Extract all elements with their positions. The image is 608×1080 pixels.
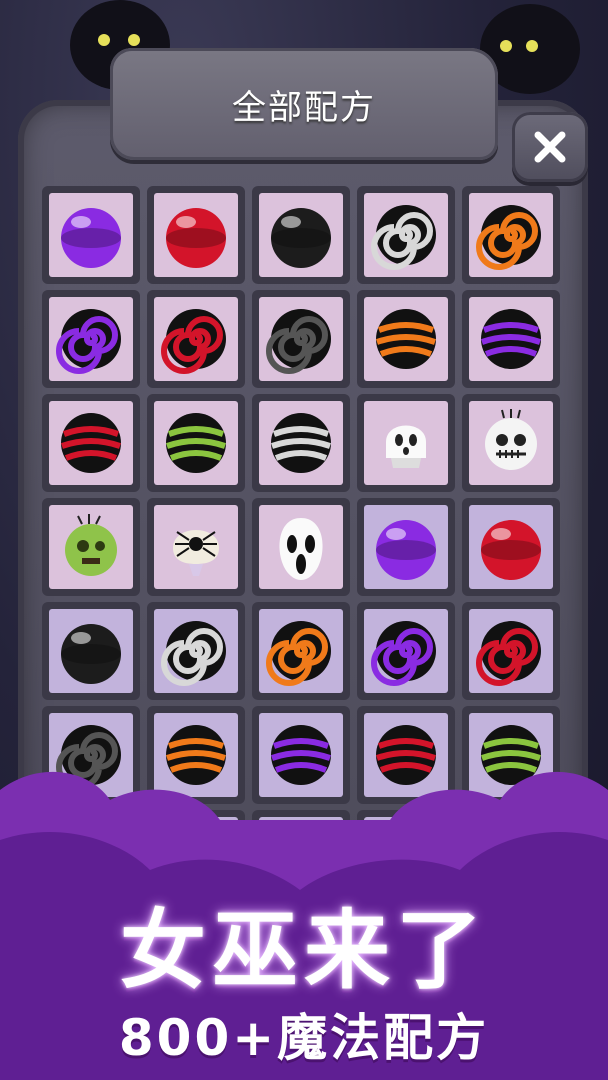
orange-striped-ball-icon: [376, 309, 436, 369]
recipe-tile-bg: [259, 193, 343, 277]
recipe-tile[interactable]: [462, 602, 560, 700]
recipe-tile-bg: [259, 297, 343, 381]
recipe-tile[interactable]: [252, 602, 350, 700]
recipe-tile-bg: [154, 609, 238, 693]
ghost-lollipop-icon: [386, 425, 426, 468]
recipe-tile[interactable]: [42, 394, 140, 492]
spider-lollipop-icon: [173, 530, 219, 576]
red-candy-icon: [166, 208, 226, 268]
recipe-tile-bg: [469, 505, 553, 589]
cat-eye: [98, 34, 110, 46]
recipe-tile-bg: [469, 193, 553, 277]
recipe-tile[interactable]: [252, 186, 350, 284]
recipe-tile[interactable]: [462, 290, 560, 388]
recipe-tile[interactable]: [147, 498, 245, 596]
purple-candy-icon: [61, 208, 121, 268]
green-striped-ball-icon: [166, 413, 226, 473]
recipe-tile[interactable]: [252, 394, 350, 492]
recipe-tile-bg: [154, 401, 238, 485]
purple-swirl-icon: [56, 309, 121, 374]
scream-mask-icon: [279, 518, 323, 580]
recipe-tile[interactable]: [42, 602, 140, 700]
recipe-tile[interactable]: [462, 186, 560, 284]
close-x-icon: [534, 131, 566, 163]
recipe-tile-bg: [469, 609, 553, 693]
recipe-tile-bg: [154, 297, 238, 381]
red-striped-ball-icon: [61, 413, 121, 473]
red-swirl-icon: [161, 309, 226, 374]
recipe-tile-bg: [364, 193, 448, 277]
recipe-tile-bg: [259, 609, 343, 693]
recipe-tile[interactable]: [147, 602, 245, 700]
page-title: 全部配方: [232, 87, 376, 128]
recipe-tile-bg: [154, 505, 238, 589]
silver-swirl-icon: [161, 621, 226, 686]
cat-eye: [526, 40, 538, 52]
black-candy-icon: [271, 208, 331, 268]
recipe-tile[interactable]: [147, 290, 245, 388]
purple-swirl-icon: [371, 621, 436, 686]
title-plate: 全部配方: [110, 48, 498, 160]
recipe-tile[interactable]: [252, 290, 350, 388]
recipe-tile[interactable]: [357, 602, 455, 700]
recipe-tile-bg: [49, 505, 133, 589]
recipe-tile-bg: [364, 505, 448, 589]
black-swirl-icon: [266, 309, 331, 374]
silver-swirl-icon: [371, 205, 436, 270]
purple-candy-icon: [376, 520, 436, 580]
recipe-tile-bg: [154, 193, 238, 277]
recipe-tile-bg: [259, 401, 343, 485]
recipe-tile[interactable]: [42, 290, 140, 388]
recipe-tile-bg: [49, 401, 133, 485]
recipe-tile[interactable]: [357, 498, 455, 596]
recipe-tile-bg: [364, 401, 448, 485]
recipe-tile[interactable]: [357, 290, 455, 388]
orange-swirl-icon: [476, 205, 541, 270]
recipe-tile[interactable]: [147, 186, 245, 284]
recipe-tile[interactable]: [147, 394, 245, 492]
cat-eye: [500, 40, 512, 52]
skull-candy-icon: [485, 409, 537, 470]
recipe-tile-bg: [364, 297, 448, 381]
close-button[interactable]: [512, 112, 588, 182]
recipe-tile-bg: [259, 505, 343, 589]
recipe-tile[interactable]: [42, 186, 140, 284]
red-candy-icon: [481, 520, 541, 580]
banner-subtitle: 800+魔法配方: [118, 1009, 490, 1067]
recipe-tile[interactable]: [462, 394, 560, 492]
recipe-tile[interactable]: [357, 394, 455, 492]
recipe-tile-bg: [49, 609, 133, 693]
zombie-head-icon: [65, 514, 117, 576]
recipe-tile-bg: [469, 401, 553, 485]
purple-striped-ball-icon: [481, 309, 541, 369]
recipe-tile-bg: [49, 193, 133, 277]
red-swirl-icon: [476, 621, 541, 686]
recipe-tile-bg: [469, 297, 553, 381]
recipe-tile[interactable]: [357, 186, 455, 284]
cat-eye: [128, 34, 140, 46]
orange-swirl-icon: [266, 621, 331, 686]
recipe-tile[interactable]: [462, 498, 560, 596]
recipe-tile-bg: [49, 297, 133, 381]
recipe-tile[interactable]: [42, 498, 140, 596]
silver-striped-ball-icon: [271, 413, 331, 473]
black-candy-icon: [61, 624, 121, 684]
recipe-tile[interactable]: [252, 498, 350, 596]
recipe-tile-bg: [364, 609, 448, 693]
banner-title: 女巫来了: [120, 901, 488, 1001]
